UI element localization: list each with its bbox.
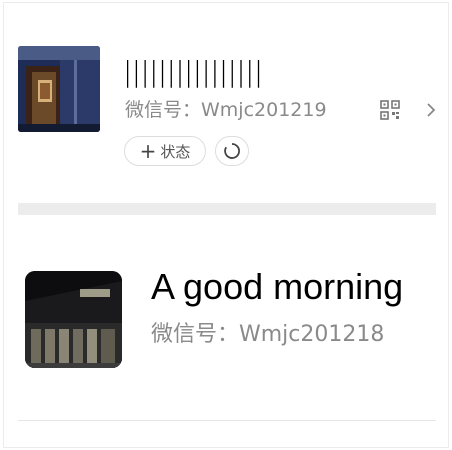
avatar-storefront-night-image: [25, 271, 122, 368]
profile-avatar[interactable]: [18, 46, 100, 132]
loading-circle-icon: [224, 143, 240, 159]
plus-icon: +: [139, 139, 157, 163]
status-circle-button[interactable]: [215, 136, 249, 166]
qr-code-icon[interactable]: [380, 100, 400, 120]
chevron-right-icon[interactable]: [424, 100, 438, 120]
profile-name: ||||||||||||||||: [123, 55, 263, 88]
profile-avatar[interactable]: [25, 271, 122, 368]
wechat-id: 微信号：Wmjc201218: [151, 322, 385, 347]
add-status-button[interactable]: + 状态: [124, 136, 206, 166]
status-button-label: 状态: [160, 142, 191, 161]
section-divider: [18, 203, 436, 215]
wechat-id: 微信号：Wmjc201219: [125, 99, 327, 121]
bottom-divider: [18, 420, 436, 421]
avatar-night-doorway-image: [18, 46, 100, 132]
profile-name: A good morning: [151, 266, 404, 307]
